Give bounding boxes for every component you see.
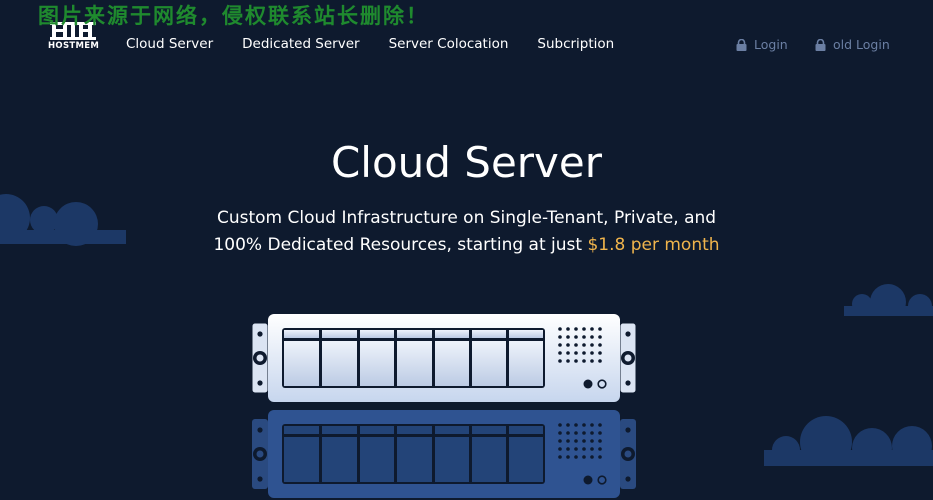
old-login-label: old Login [833, 37, 890, 52]
brand-name: HOSTMEM [48, 41, 100, 51]
cloud-decoration-right-bottom [764, 416, 933, 466]
nav-item-server-colocation[interactable]: Server Colocation [389, 36, 509, 52]
login-link[interactable]: Login [736, 37, 788, 52]
hero-subtitle-line2: 100% Dedicated Resources, starting at ju… [213, 235, 588, 255]
hero-subtitle-line1: Custom Cloud Infrastructure on Single-Te… [216, 208, 717, 228]
nav-item-dedicated-server[interactable]: Dedicated Server [242, 36, 359, 52]
hero-subtitle: Custom Cloud Infrastructure on Single-Te… [0, 205, 933, 259]
server-unit-bottom [252, 410, 636, 498]
login-label: Login [754, 37, 788, 52]
nav-item-subcription[interactable]: Subcription [537, 36, 614, 52]
old-login-link[interactable]: old Login [815, 37, 890, 52]
server-unit-top [252, 314, 637, 402]
lock-icon [815, 38, 826, 51]
main-nav: Cloud Server Dedicated Server Server Col… [126, 36, 643, 52]
hero-title: Cloud Server [330, 138, 603, 187]
lock-icon [736, 38, 747, 51]
nav-item-cloud-server[interactable]: Cloud Server [126, 36, 213, 52]
price-highlight: $1.8 per month [587, 235, 720, 255]
watermark-text: 图片来源于网络，侵权联系站长删除！ [38, 4, 429, 28]
cloud-decoration-right-top [844, 284, 933, 316]
server-illustration [252, 314, 637, 498]
